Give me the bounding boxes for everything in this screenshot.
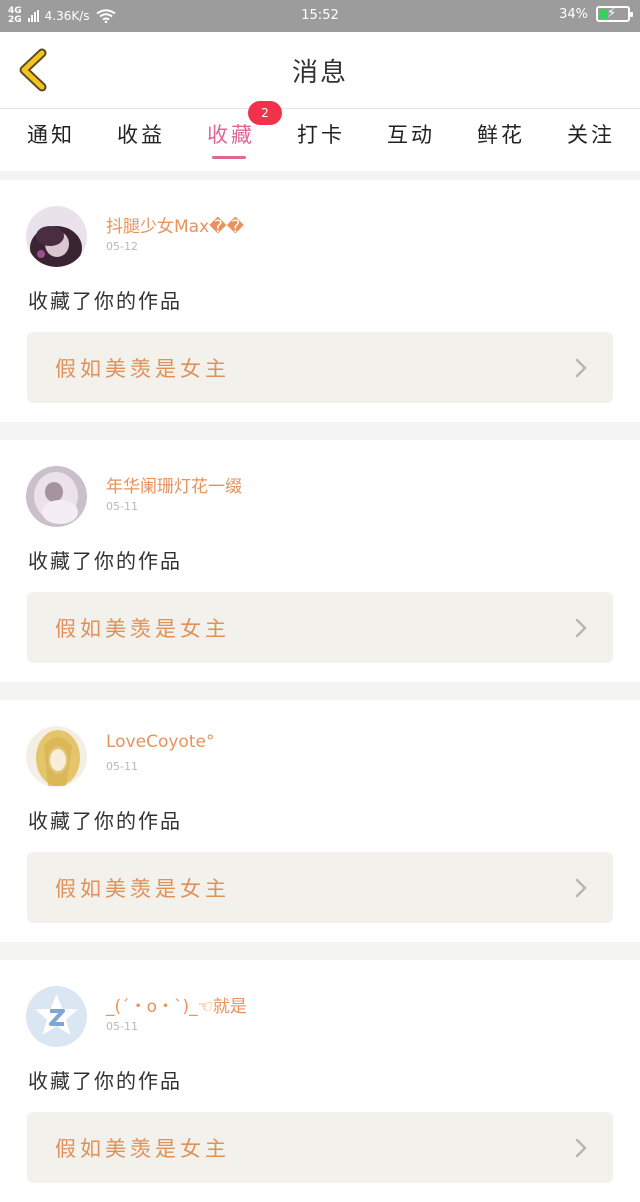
default-avatar-icon [26,986,87,1047]
chevron-right-icon [575,1138,587,1158]
status-bar: 4G 2G 4.36K/s 15:52 34% ⚡ [0,0,640,32]
battery-percent: 34% [559,6,588,22]
message-date: 05-11 [106,500,138,513]
battery-icon: ⚡ [596,6,633,22]
status-right: 34% ⚡ [559,6,633,22]
work-link[interactable]: 假如美羡是女主 [27,332,613,403]
user-avatar-image [26,466,87,527]
message-date: 05-11 [106,760,138,773]
chevron-right-icon [575,618,587,638]
message-action: 收藏了你的作品 [28,549,182,573]
tab-earnings[interactable]: 收益 [106,119,176,149]
message-card: _(´・ο・`)_☜就是 05-11 收藏了你的作品 假如美羡是女主 [0,960,640,1202]
username[interactable]: _(´・ο・`)_☜就是 [106,992,247,1017]
chevron-right-icon [575,358,587,378]
work-title: 假如美羡是女主 [55,877,230,901]
user-avatar-image [26,206,87,267]
work-title: 假如美羡是女主 [55,357,230,381]
tab-checkin[interactable]: 打卡 [286,119,356,149]
unread-badge: 2 [248,101,282,125]
tab-notifications[interactable]: 通知 [16,119,86,149]
message-action: 收藏了你的作品 [28,809,182,833]
username[interactable]: 抖腿少女Max�� [106,212,244,237]
avatar[interactable] [26,206,87,267]
message-action: 收藏了你的作品 [28,289,182,313]
username[interactable]: LoveCoyote° [106,732,214,752]
username[interactable]: 年华阑珊灯花一缀 [106,472,242,497]
avatar[interactable] [26,726,87,787]
work-link[interactable]: 假如美羡是女主 [27,1112,613,1183]
clock: 15:52 [301,8,339,23]
tab-follow[interactable]: 关注 [556,119,626,149]
avatar[interactable] [26,986,87,1047]
work-link[interactable]: 假如美羡是女主 [27,592,613,663]
message-action: 收藏了你的作品 [28,1069,182,1093]
work-link[interactable]: 假如美羡是女主 [27,852,613,923]
message-list: 抖腿少女Max�� 05-12 收藏了你的作品 假如美羡是女主 年华阑珊灯花一缀… [0,171,640,1202]
user-avatar-image [26,726,87,787]
tab-flowers[interactable]: 鲜花 [466,119,536,149]
page-title: 消息 [291,58,348,88]
tab-interaction[interactable]: 互动 [376,119,446,149]
charging-bolt-icon: ⚡ [607,6,617,21]
chevron-right-icon [575,878,587,898]
active-tab-indicator [212,156,246,159]
message-date: 05-11 [106,1020,138,1033]
avatar[interactable] [26,466,87,527]
message-card: 年华阑珊灯花一缀 05-11 收藏了你的作品 假如美羡是女主 [0,440,640,682]
work-title: 假如美羡是女主 [55,617,230,641]
nav-header: 消息 [0,32,640,109]
message-card: 抖腿少女Max�� 05-12 收藏了你的作品 假如美羡是女主 [0,180,640,422]
message-card: LoveCoyote° 05-11 收藏了你的作品 假如美羡是女主 [0,700,640,942]
message-date: 05-12 [106,240,138,253]
message-tabs: 通知 收益 收藏 打卡 互动 鲜花 关注 [0,109,640,171]
